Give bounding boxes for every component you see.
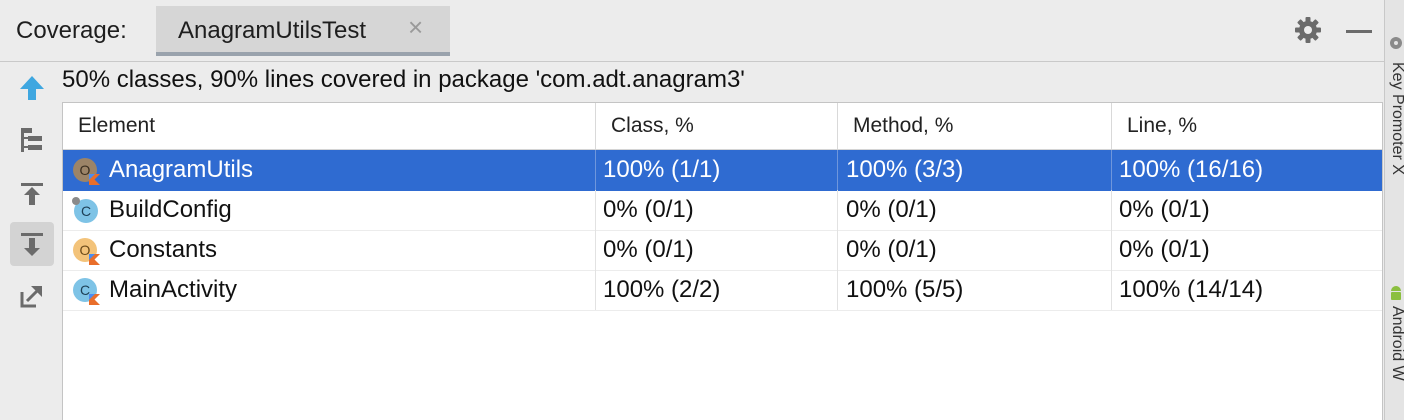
tab-close-icon[interactable]: × [408,14,423,40]
column-header-element[interactable]: Element [63,103,596,149]
coverage-toolbar [0,62,60,420]
column-header-class[interactable]: Class, % [596,103,838,149]
import-coverage-icon [21,183,43,205]
import-coverage-button[interactable] [10,172,54,216]
element-name: AnagramUtils [63,150,596,190]
column-header-line[interactable]: Line, % [1112,103,1384,149]
android-icon [1391,286,1401,300]
key-promoter-icon [1390,37,1402,49]
line-coverage: 0% (0/1) [1119,236,1210,263]
class-coverage: 100% (2/2) [596,270,838,310]
open-external-icon [20,285,43,308]
method-coverage: 0% (0/1) [838,190,1112,230]
table-row[interactable]: C BuildConfig 0% (0/1) 0% (0/1) 0% (0/1) [63,190,1382,231]
class-coverage: 0% (0/1) [596,230,838,270]
key-promoter-tab[interactable]: Key Promoter X [1388,62,1404,175]
right-tool-strip: Key Promoter X Android W [1384,0,1404,420]
method-coverage: 100% (3/3) [838,150,1112,190]
export-coverage-icon [21,233,43,256]
minimize-icon[interactable] [1346,30,1372,33]
element-name: Constants [63,230,596,270]
tab-title: AnagramUtilsTest [178,17,367,44]
class-coverage: 0% (0/1) [596,190,838,230]
coverage-summary: 50% classes, 90% lines covered in packag… [62,66,745,93]
class-coverage: 100% (1/1) [596,150,838,190]
table-header: Element Class, % Method, % Line, % [63,103,1382,150]
method-coverage: 100% (5/5) [838,270,1112,310]
element-name: BuildConfig [63,190,596,230]
flatten-packages-button[interactable] [10,118,54,162]
table-row[interactable]: O Constants 0% (0/1) 0% (0/1) 0% (0/1) [63,230,1382,271]
line-coverage: 100% (14/14) [1119,276,1264,303]
open-external-button[interactable] [10,274,54,318]
navigate-up-button[interactable] [10,66,54,110]
method-coverage: 0% (0/1) [838,230,1112,270]
table-row[interactable]: C MainActivity 100% (2/2) 100% (5/5) 100… [63,270,1382,311]
coverage-table: Element Class, % Method, % Line, % O Ana… [62,102,1383,420]
up-arrow-icon [20,76,44,100]
coverage-label: Coverage: [16,17,127,44]
coverage-toolwindow-header: Coverage: AnagramUtilsTest × [0,0,1384,62]
line-coverage: 100% (16/16) [1119,156,1264,183]
line-coverage: 0% (0/1) [1119,196,1210,223]
column-header-method[interactable]: Method, % [838,103,1112,149]
gear-icon[interactable] [1294,16,1322,44]
element-name: MainActivity [63,270,596,310]
table-row[interactable]: O AnagramUtils 100% (1/1) 100% (3/3) 100… [63,150,1382,191]
export-coverage-button[interactable] [10,222,54,266]
android-tab[interactable]: Android W [1388,306,1404,381]
flatten-packages-icon [21,128,42,152]
tab-anagramutilstest[interactable]: AnagramUtilsTest × [156,6,450,56]
